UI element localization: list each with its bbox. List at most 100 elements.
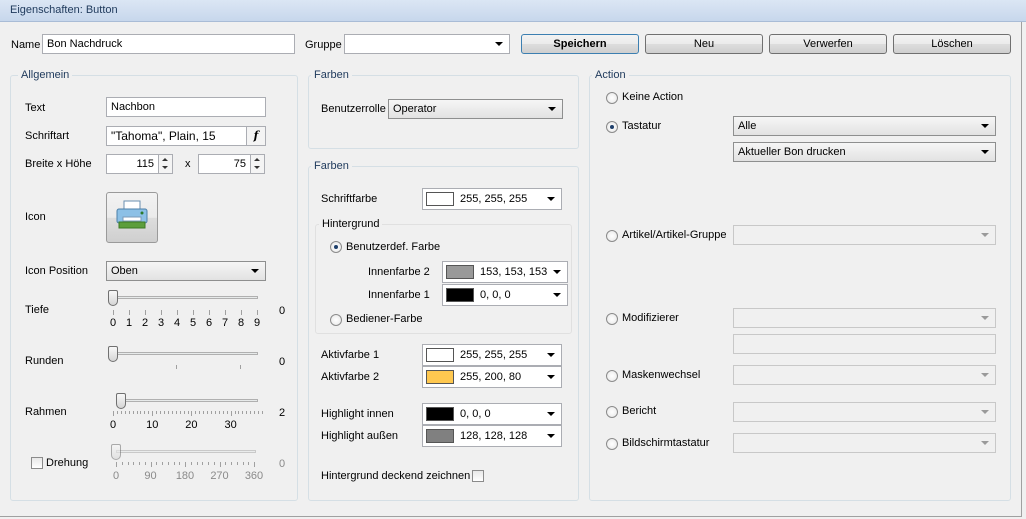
group-select[interactable] xyxy=(344,34,510,54)
operator-color-radio[interactable] xyxy=(330,314,342,326)
icon-button[interactable] xyxy=(106,192,158,243)
inner1-select[interactable]: 0, 0, 0 xyxy=(442,284,568,306)
role-label: Benutzerrolle xyxy=(321,103,386,115)
font-input[interactable]: "Tahoma", Plain, 15 xyxy=(106,126,266,146)
width-spinner[interactable]: 115 xyxy=(106,154,173,174)
slider-minor-tick xyxy=(248,462,250,465)
article-radio[interactable] xyxy=(606,230,618,242)
slider-minor-tick xyxy=(179,462,181,465)
chevron-down-icon xyxy=(553,270,561,274)
name-input[interactable]: Bon Nachdruck xyxy=(42,34,295,54)
custom-color-radio[interactable] xyxy=(330,241,342,253)
chevron-down-icon xyxy=(981,373,989,377)
highlight-outer-select[interactable]: 128, 128, 128 xyxy=(422,425,562,447)
slider-tick-label: 180 xyxy=(175,470,195,482)
printer-icon xyxy=(116,200,148,229)
slider-minor-tick xyxy=(148,411,150,414)
screen-keyboard-radio[interactable] xyxy=(606,438,618,450)
no-action-label: Keine Action xyxy=(622,91,684,103)
slider-minor-tick xyxy=(156,411,158,414)
slider-minor-tick xyxy=(121,462,123,465)
slider-minor-tick xyxy=(171,411,173,414)
discard-button[interactable]: Verwerfen xyxy=(769,34,887,54)
inner2-value: 153, 153, 153 xyxy=(480,266,548,278)
height-spinner[interactable]: 75 xyxy=(198,154,265,174)
slider-minor-tick xyxy=(242,462,244,465)
keyboard-radio[interactable] xyxy=(606,121,618,133)
chevron-down-icon xyxy=(553,293,561,297)
spinner-arrows-icon[interactable] xyxy=(158,155,172,173)
report-radio[interactable] xyxy=(606,406,618,418)
delete-button[interactable]: Löschen xyxy=(893,34,1011,54)
keyboard-select-1[interactable]: Alle xyxy=(733,116,996,136)
slider-tick xyxy=(257,310,258,315)
window-title: Eigenschaften: Button xyxy=(0,0,1026,22)
slider-minor-tick xyxy=(211,411,213,414)
highlight-inner-value: 0, 0, 0 xyxy=(460,408,491,420)
slider-minor-tick xyxy=(214,411,216,414)
slider-minor-tick xyxy=(167,462,169,465)
opaque-checkbox[interactable] xyxy=(472,470,484,482)
slider-minor-tick xyxy=(242,411,244,414)
font-chooser-button[interactable]: f xyxy=(246,127,265,145)
slider-tick-label: 0 xyxy=(109,419,117,431)
font-color-select[interactable]: 255, 255, 255 xyxy=(422,188,562,210)
keyboard-select-1-value: Alle xyxy=(738,120,757,132)
chevron-down-icon xyxy=(981,150,989,154)
new-button[interactable]: Neu xyxy=(645,34,763,54)
slider-minor-tick xyxy=(238,411,240,414)
text-input[interactable]: Nachbon xyxy=(106,97,266,117)
spinner-arrows-icon[interactable] xyxy=(250,155,264,173)
slider-minor-tick xyxy=(254,462,255,465)
active1-label: Aktivfarbe 1 xyxy=(321,349,380,361)
modifier-select[interactable] xyxy=(733,308,996,328)
slider-minor-tick xyxy=(167,411,169,414)
slider-minor-tick xyxy=(163,411,165,414)
role-select[interactable]: Operator xyxy=(388,99,563,119)
depth-slider-track[interactable] xyxy=(110,296,258,299)
mask-select[interactable] xyxy=(733,365,996,385)
active2-select[interactable]: 255, 200, 80 xyxy=(422,366,562,388)
frame-slider-track[interactable] xyxy=(116,399,258,402)
slider-minor-tick xyxy=(120,411,122,414)
article-select[interactable] xyxy=(733,225,996,245)
slider-minor-tick xyxy=(262,411,263,414)
slider-minor-tick xyxy=(246,411,248,414)
inner2-select[interactable]: 153, 153, 153 xyxy=(442,261,568,283)
modifier-label: Modifizierer xyxy=(622,312,679,324)
modifier-input[interactable] xyxy=(733,334,996,354)
rotation-slider-thumb[interactable] xyxy=(111,444,121,460)
highlight-outer-label: Highlight außen xyxy=(321,430,399,442)
report-label: Bericht xyxy=(622,405,657,417)
active1-select[interactable]: 255, 255, 255 xyxy=(422,344,562,366)
chevron-down-icon xyxy=(547,375,555,379)
rotation-checkbox[interactable] xyxy=(31,457,43,469)
slider-minor-tick xyxy=(150,462,152,465)
rounding-slider-track[interactable] xyxy=(110,352,258,355)
slider-minor-tick xyxy=(173,462,175,465)
slider-minor-tick xyxy=(152,411,154,414)
screen-keyboard-select[interactable] xyxy=(733,433,996,453)
slider-minor-tick xyxy=(195,411,197,414)
report-select[interactable] xyxy=(733,402,996,422)
slider-minor-tick xyxy=(250,411,252,414)
opaque-label: Hintergrund deckend zeichnen xyxy=(321,470,471,482)
slider-tick-label: 0 xyxy=(112,470,120,482)
frame-label: Rahmen xyxy=(25,406,67,418)
mask-radio[interactable] xyxy=(606,370,618,382)
depth-slider-thumb[interactable] xyxy=(108,290,118,306)
font-label: Schriftart xyxy=(25,130,70,142)
frame-slider-thumb[interactable] xyxy=(115,393,126,409)
rounding-slider-thumb[interactable] xyxy=(108,346,118,362)
frame-value: 2 xyxy=(279,407,286,419)
keyboard-select-2[interactable]: Aktueller Bon drucken xyxy=(733,142,996,162)
slider-minor-tick xyxy=(226,411,228,414)
screen-keyboard-label: Bildschirmtastatur xyxy=(622,437,710,449)
rotation-slider-track[interactable] xyxy=(116,450,256,453)
highlight-inner-select[interactable]: 0, 0, 0 xyxy=(422,403,562,425)
modifier-radio[interactable] xyxy=(606,313,618,325)
no-action-radio[interactable] xyxy=(606,92,618,104)
font-color-label: Schriftfarbe xyxy=(321,193,378,205)
save-button[interactable]: Speichern xyxy=(521,34,639,54)
icon-position-select[interactable]: Oben xyxy=(106,261,266,281)
